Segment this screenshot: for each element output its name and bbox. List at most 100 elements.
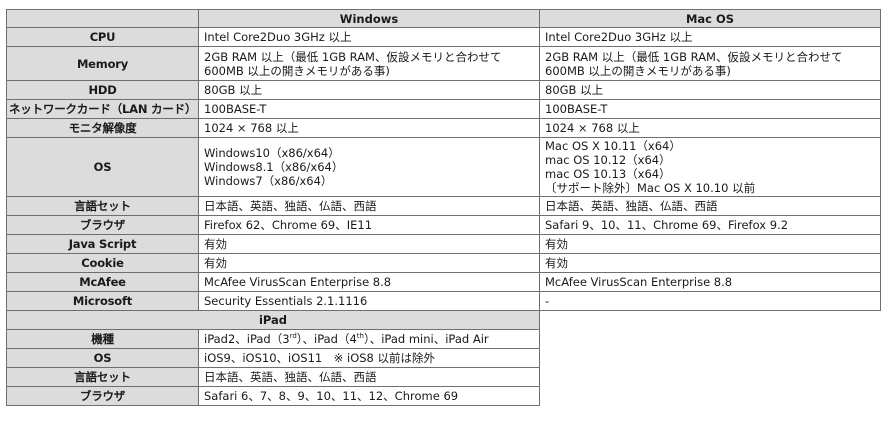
windows-value-line: Intel Core2Duo 3GHz 以上 — [204, 30, 352, 44]
windows-value-line: 日本語、英語、独語、仏語、西語 — [204, 199, 377, 213]
windows-value-line: 100BASE-T — [204, 102, 267, 116]
row-label: ブラウザ — [6, 215, 199, 235]
mac-value-line: - — [545, 294, 550, 308]
table-row: ブラウザ Firefox 62、Chrome 69、IE11 Safari 9、10… — [6, 215, 881, 235]
row-label: OS — [6, 137, 199, 197]
mac-value-line: 600MB 以上の開きメモリがある事) — [545, 63, 731, 78]
table-row: モニタ解像度 1024 × 768 以上 1024 × 768 以上 — [6, 118, 881, 138]
mac-value-cell: - — [539, 291, 881, 311]
windows-value-cell: Firefox 62、Chrome 69、IE11 — [198, 215, 540, 235]
blank-area — [539, 310, 881, 406]
windows-value-cell: Windows10（x86/x64） Windows8.1（x86/x64） Win… — [198, 137, 540, 197]
windows-value-line: Windows7（x86/x64） — [204, 174, 333, 188]
row-label: モニタ解像度 — [6, 118, 199, 138]
windows-value-cell: 80GB 以上 — [198, 80, 540, 100]
mac-value-line: McAfee VirusScan Enterprise 8.8 — [545, 275, 733, 289]
model-text: iPad2、iPad（3 — [204, 332, 290, 346]
windows-value-line: McAfee VirusScan Enterprise 8.8 — [204, 275, 392, 289]
ipad-value-cell: 日本語、英語、独語、仏語、西語 — [198, 367, 540, 387]
mac-value-line: 100BASE-T — [545, 102, 608, 116]
windows-value-cell: 有効 — [198, 253, 540, 273]
mac-value-cell: 80GB 以上 — [539, 80, 881, 100]
windows-header: Windows — [198, 9, 540, 28]
table-row: HDD 80GB 以上 80GB 以上 — [6, 80, 881, 100]
mac-value-cell: 2GB RAM 以上（最低 1GB RAM、仮設メモリと合わせて 600MB 以上… — [539, 46, 881, 81]
ipad-value-cell: iOS9、iOS10、iOS11 ※ iOS8 以前は除外 — [198, 348, 540, 368]
windows-value-line: 有効 — [204, 237, 227, 251]
ipad-value-cell: iPad2、iPad（3rd）、iPad（4th）、iPad mini、iPad… — [198, 329, 540, 349]
mac-value-line: mac OS 10.12（x64） — [545, 153, 671, 167]
mac-value-line: 80GB 以上 — [545, 83, 604, 97]
row-label: CPU — [6, 27, 199, 47]
windows-value-line: 600MB 以上の開きメモリがある事) — [204, 63, 390, 78]
table-row: McAfee McAfee VirusScan Enterprise 8.8 McA… — [6, 272, 881, 292]
model-text: ）、iPad（4 — [296, 332, 357, 346]
windows-value-line: Windows8.1（x86/x64） — [204, 160, 344, 174]
mac-value-line: Mac OS X 10.11（x64） — [545, 139, 681, 153]
mac-value-line: 日本語、英語、独語、仏語、西語 — [545, 199, 718, 213]
mac-value-cell: Intel Core2Duo 3GHz 以上 — [539, 27, 881, 47]
table-row: ネットワークカード（LAN カード） 100BASE-T 100BASE-T — [6, 99, 881, 119]
header-blank-cell — [6, 9, 199, 28]
mac-value-cell: 1024 × 768 以上 — [539, 118, 881, 138]
windows-value-line: Security Essentials 2.1.1116 — [204, 294, 368, 308]
system-requirements-table: Windows Mac OS CPU Intel Core2Duo 3GHz 以上… — [6, 9, 881, 406]
windows-value-line: 2GB RAM 以上（最低 1GB RAM、仮設メモリと合わせて — [204, 49, 502, 64]
row-label: Java Script — [6, 234, 199, 254]
mac-value-cell: McAfee VirusScan Enterprise 8.8 — [539, 272, 881, 292]
windows-value-cell: 有効 — [198, 234, 540, 254]
mac-value-cell: 有効 — [539, 234, 881, 254]
ipad-header: iPad — [6, 310, 540, 330]
table-row: CPU Intel Core2Duo 3GHz 以上 Intel Core2Duo … — [6, 27, 881, 47]
table-row: OS Windows10（x86/x64） Windows8.1（x86/x64） W… — [6, 137, 881, 197]
ipad-row-label: ブラウザ — [6, 386, 199, 406]
windows-value-line: 1024 × 768 以上 — [204, 121, 299, 135]
mac-value-cell: 日本語、英語、独語、仏語、西語 — [539, 196, 881, 216]
row-label: 言語セット — [6, 196, 199, 216]
mac-value-line: 有効 — [545, 237, 568, 251]
ipad-row-label: 言語セット — [6, 367, 199, 387]
windows-value-cell: 100BASE-T — [198, 99, 540, 119]
mac-value-line: 〔サポート除外〕Mac OS X 10.10 以前 — [545, 181, 756, 195]
ipad-row-label: OS — [6, 348, 199, 368]
mac-value-line: mac OS 10.13（x64） — [545, 167, 671, 181]
model-text: ）、iPad mini、iPad Air — [363, 332, 489, 346]
row-label: HDD — [6, 80, 199, 100]
mac-value-cell: Safari 9、10、11、Chrome 69、Firefox 9.2 — [539, 215, 881, 235]
mac-value-cell: Mac OS X 10.11（x64） mac OS 10.12（x64） mac … — [539, 137, 881, 197]
windows-value-cell: 2GB RAM 以上（最低 1GB RAM、仮設メモリと合わせて 600MB 以上… — [198, 46, 540, 81]
windows-value-cell: 日本語、英語、独語、仏語、西語 — [198, 196, 540, 216]
windows-value-line: Firefox 62、Chrome 69、IE11 — [204, 218, 373, 232]
windows-value-line: Windows10（x86/x64） — [204, 146, 340, 160]
row-label: McAfee — [6, 272, 199, 292]
table-row: Java Script 有効 有効 — [6, 234, 881, 254]
header-row: Windows Mac OS — [6, 9, 881, 28]
row-label: Cookie — [6, 253, 199, 273]
windows-value-cell: McAfee VirusScan Enterprise 8.8 — [198, 272, 540, 292]
mac-value-cell: 有効 — [539, 253, 881, 273]
mac-value-line: Safari 9、10、11、Chrome 69、Firefox 9.2 — [545, 218, 789, 232]
table-row: Microsoft Security Essentials 2.1.1116 - — [6, 291, 881, 311]
mac-value-line: Intel Core2Duo 3GHz 以上 — [545, 30, 693, 44]
mac-value-line: 1024 × 768 以上 — [545, 121, 640, 135]
mac-value-line: 有効 — [545, 256, 568, 270]
ipad-header-row: iPad — [6, 310, 881, 406]
windows-value-line: 80GB 以上 — [204, 83, 263, 97]
table-row: Memory 2GB RAM 以上（最低 1GB RAM、仮設メモリと合わせて 60… — [6, 46, 881, 81]
table-row: 言語セット 日本語、英語、独語、仏語、西語 日本語、英語、独語、仏語、西語 — [6, 196, 881, 216]
windows-value-cell: 1024 × 768 以上 — [198, 118, 540, 138]
ordinal-suffix: rd — [289, 332, 297, 341]
ipad-row-label: 機種 — [6, 329, 199, 349]
table-row: Cookie 有効 有効 — [6, 253, 881, 273]
mac-value-cell: 100BASE-T — [539, 99, 881, 119]
row-label: ネットワークカード（LAN カード） — [6, 99, 199, 119]
row-label: Microsoft — [6, 291, 199, 311]
mac-header: Mac OS — [539, 9, 881, 28]
windows-value-cell: Security Essentials 2.1.1116 — [198, 291, 540, 311]
ordinal-suffix: th — [356, 332, 364, 341]
mac-value-line: 2GB RAM 以上（最低 1GB RAM、仮設メモリと合わせて — [545, 49, 843, 64]
windows-value-line: 有効 — [204, 256, 227, 270]
windows-value-cell: Intel Core2Duo 3GHz 以上 — [198, 27, 540, 47]
row-label: Memory — [6, 46, 199, 81]
ipad-value-cell: Safari 6、7、8、9、10、11、12、Chrome 69 — [198, 386, 540, 406]
